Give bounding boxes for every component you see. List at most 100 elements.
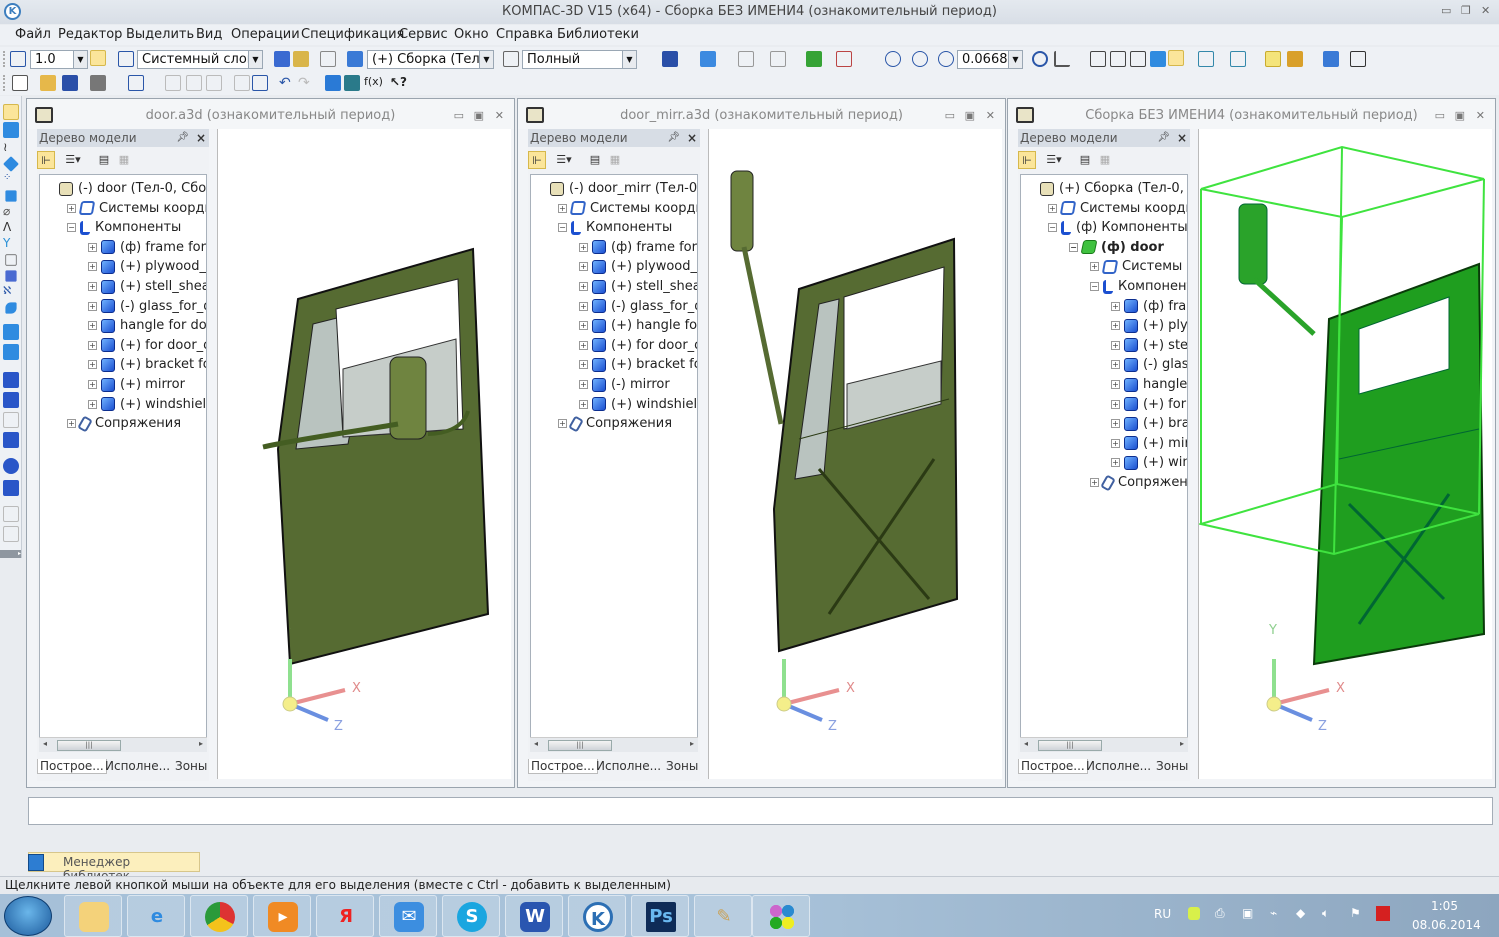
tree-node[interactable]: +(+) plywoo <box>1111 316 1187 335</box>
assembly-model[interactable]: X Z Y <box>1197 129 1493 779</box>
taskbar-media[interactable]: ▸ <box>253 895 311 937</box>
scroll-right-icon[interactable]: ▸ <box>199 739 203 748</box>
scroll-thumb[interactable]: ||| <box>1038 740 1102 751</box>
expand-icon[interactable]: + <box>88 301 97 311</box>
action-center-icon[interactable]: ⚑ <box>1350 906 1361 920</box>
expand-icon[interactable]: + <box>579 242 588 252</box>
simulate-icon[interactable] <box>3 432 19 448</box>
doc-close-button[interactable]: ✕ <box>495 109 504 122</box>
shaded-edges-icon[interactable] <box>1168 50 1184 66</box>
tree-horizontal-scrollbar[interactable]: ◂ ||| ▸ <box>1020 737 1188 752</box>
volume-icon[interactable]: 🔈︎ <box>1322 906 1329 921</box>
tree-node[interactable]: +(+) bracket for m <box>88 355 206 374</box>
3d-viewport[interactable]: X Z Y <box>217 129 511 779</box>
tree-node[interactable]: (-) door (Тел-0, Сбороч <box>59 179 206 198</box>
tree-node[interactable]: +(+) for doo <box>1111 395 1187 414</box>
expand-icon[interactable]: + <box>1090 478 1099 487</box>
mcc-icon[interactable] <box>3 480 19 496</box>
taskbar-chrome[interactable] <box>190 895 248 937</box>
snap-toggle-icon[interactable] <box>90 50 106 66</box>
tree-list-icon[interactable]: ▤ <box>1076 151 1094 169</box>
insert-file-icon[interactable] <box>3 344 19 360</box>
tree-node[interactable]: +Системы координат <box>1048 199 1187 218</box>
tree-horizontal-scrollbar[interactable]: ◂ ||| ▸ <box>530 737 698 752</box>
tree-node[interactable]: −Компоненты <box>1090 277 1187 296</box>
chevron-down-icon[interactable]: ▼ <box>622 51 636 68</box>
library-manager-icon[interactable] <box>325 75 341 91</box>
taskbar-kompas[interactable]: K <box>568 895 626 937</box>
tree-node[interactable]: +(+) mirror <box>1111 434 1187 453</box>
chevron-down-icon[interactable]: ▼ <box>73 51 87 68</box>
tree-node[interactable]: +(+) for door_outs <box>579 336 697 355</box>
3d-viewport[interactable]: X Z <box>708 129 1002 779</box>
tab-versions[interactable]: Исполне... <box>594 759 663 773</box>
redo-icon[interactable]: ↷ <box>298 75 314 91</box>
layers-icon[interactable] <box>118 51 134 67</box>
document-window-3[interactable]: Сборка БЕЗ ИМЕНИ4 (ознакомительный перио… <box>1007 98 1496 788</box>
clock-date[interactable]: 08.06.2014 <box>1412 918 1481 932</box>
tree-node[interactable]: +(+) for door_outs <box>88 336 206 355</box>
format-icon[interactable] <box>234 75 250 91</box>
tab-versions[interactable]: Исполне... <box>103 759 172 773</box>
tree-node[interactable]: −Компоненты <box>558 218 672 237</box>
new-file-icon[interactable] <box>12 75 28 91</box>
chevron-down-icon[interactable]: ▼ <box>248 51 262 68</box>
tree-display-icon[interactable]: ☰▾ <box>1040 151 1068 169</box>
expand-icon[interactable]: + <box>579 282 588 291</box>
document-window-2[interactable]: door_mirr.a3d (ознакомительный период) ▭… <box>517 98 1006 788</box>
expand-icon[interactable]: + <box>1111 438 1120 448</box>
acrobat-icon[interactable] <box>1376 906 1390 921</box>
tree-display-icon[interactable]: ☰▾ <box>59 151 87 169</box>
chevron-down-icon[interactable]: ▼ <box>479 51 493 68</box>
doc-minimize-button[interactable]: ▭ <box>454 109 464 122</box>
array-icon[interactable]: ⁘ <box>3 172 19 188</box>
tree-icon[interactable] <box>274 51 290 67</box>
tree-node[interactable]: +(+) plywood_shea <box>88 257 206 276</box>
tree-node[interactable]: +(+) hangle for do <box>579 316 697 335</box>
tab-zones[interactable]: Зоны <box>173 759 209 773</box>
properties-icon[interactable] <box>1350 51 1366 67</box>
tree-structure-icon[interactable]: ⊩ <box>528 151 546 169</box>
taskbar-skype[interactable]: S <box>442 895 500 937</box>
chevron-down-icon[interactable]: ▼ <box>1008 51 1022 68</box>
scroll-left-icon[interactable]: ◂ <box>43 739 47 748</box>
menu-view[interactable]: Вид <box>196 27 222 42</box>
tree-structure-icon[interactable]: ⊩ <box>37 151 55 169</box>
thin-lines-icon[interactable] <box>1130 51 1146 67</box>
minimize-button[interactable]: ▭ <box>1441 4 1451 17</box>
sheet-metal-icon[interactable] <box>5 302 17 314</box>
tree-node[interactable]: +Системы координат <box>67 199 206 218</box>
menu-service[interactable]: Сервис <box>399 27 448 42</box>
doc-minimize-button[interactable]: ▭ <box>1435 109 1445 122</box>
tree-node[interactable]: +(-) glass_for_door <box>88 297 206 316</box>
tree-node[interactable]: +(+) mirror <box>88 375 185 394</box>
zoom-combo[interactable]: 0.0668 ▼ <box>957 50 1023 69</box>
expand-icon[interactable]: + <box>1111 399 1120 409</box>
expand-icon[interactable]: + <box>579 340 588 350</box>
print-icon[interactable] <box>90 75 106 91</box>
scroll-right-icon[interactable]: ▸ <box>1180 739 1184 748</box>
collapse-icon[interactable]: − <box>1090 282 1099 291</box>
taskbar-word[interactable]: W <box>505 895 563 937</box>
tree-list-icon[interactable]: ▤ <box>95 151 113 169</box>
taskbar-ie[interactable]: e <box>127 895 185 937</box>
scale-icon[interactable] <box>10 51 26 67</box>
tree-node[interactable]: +(+) plywood_shea <box>579 257 697 276</box>
expand-icon[interactable]: + <box>88 399 97 409</box>
expand-icon[interactable]: + <box>1111 301 1120 311</box>
layer-combo[interactable]: Системный слой ▼ <box>137 50 263 69</box>
start-button[interactable] <box>4 896 52 936</box>
tree-display-icon[interactable]: ☰▾ <box>550 151 578 169</box>
menu-libraries[interactable]: Библиотеки <box>557 27 639 42</box>
expand-icon[interactable]: + <box>88 321 97 331</box>
expand-icon[interactable]: + <box>1111 458 1120 468</box>
tree-node[interactable]: +(+) bracke <box>1111 414 1187 433</box>
graph-icon[interactable]: ℵ <box>3 284 19 300</box>
solid-icon[interactable] <box>3 122 19 138</box>
tree-node[interactable]: +Системы координат <box>558 199 697 218</box>
clock-time[interactable]: 1:05 <box>1431 899 1458 913</box>
expand-icon[interactable]: + <box>579 262 588 272</box>
tab-zones[interactable]: Зоны <box>1154 759 1190 773</box>
tree-node[interactable]: (-) door_mirr (Тел-0, Сбо <box>550 179 697 198</box>
measure-icon[interactable]: Λ <box>3 220 19 236</box>
